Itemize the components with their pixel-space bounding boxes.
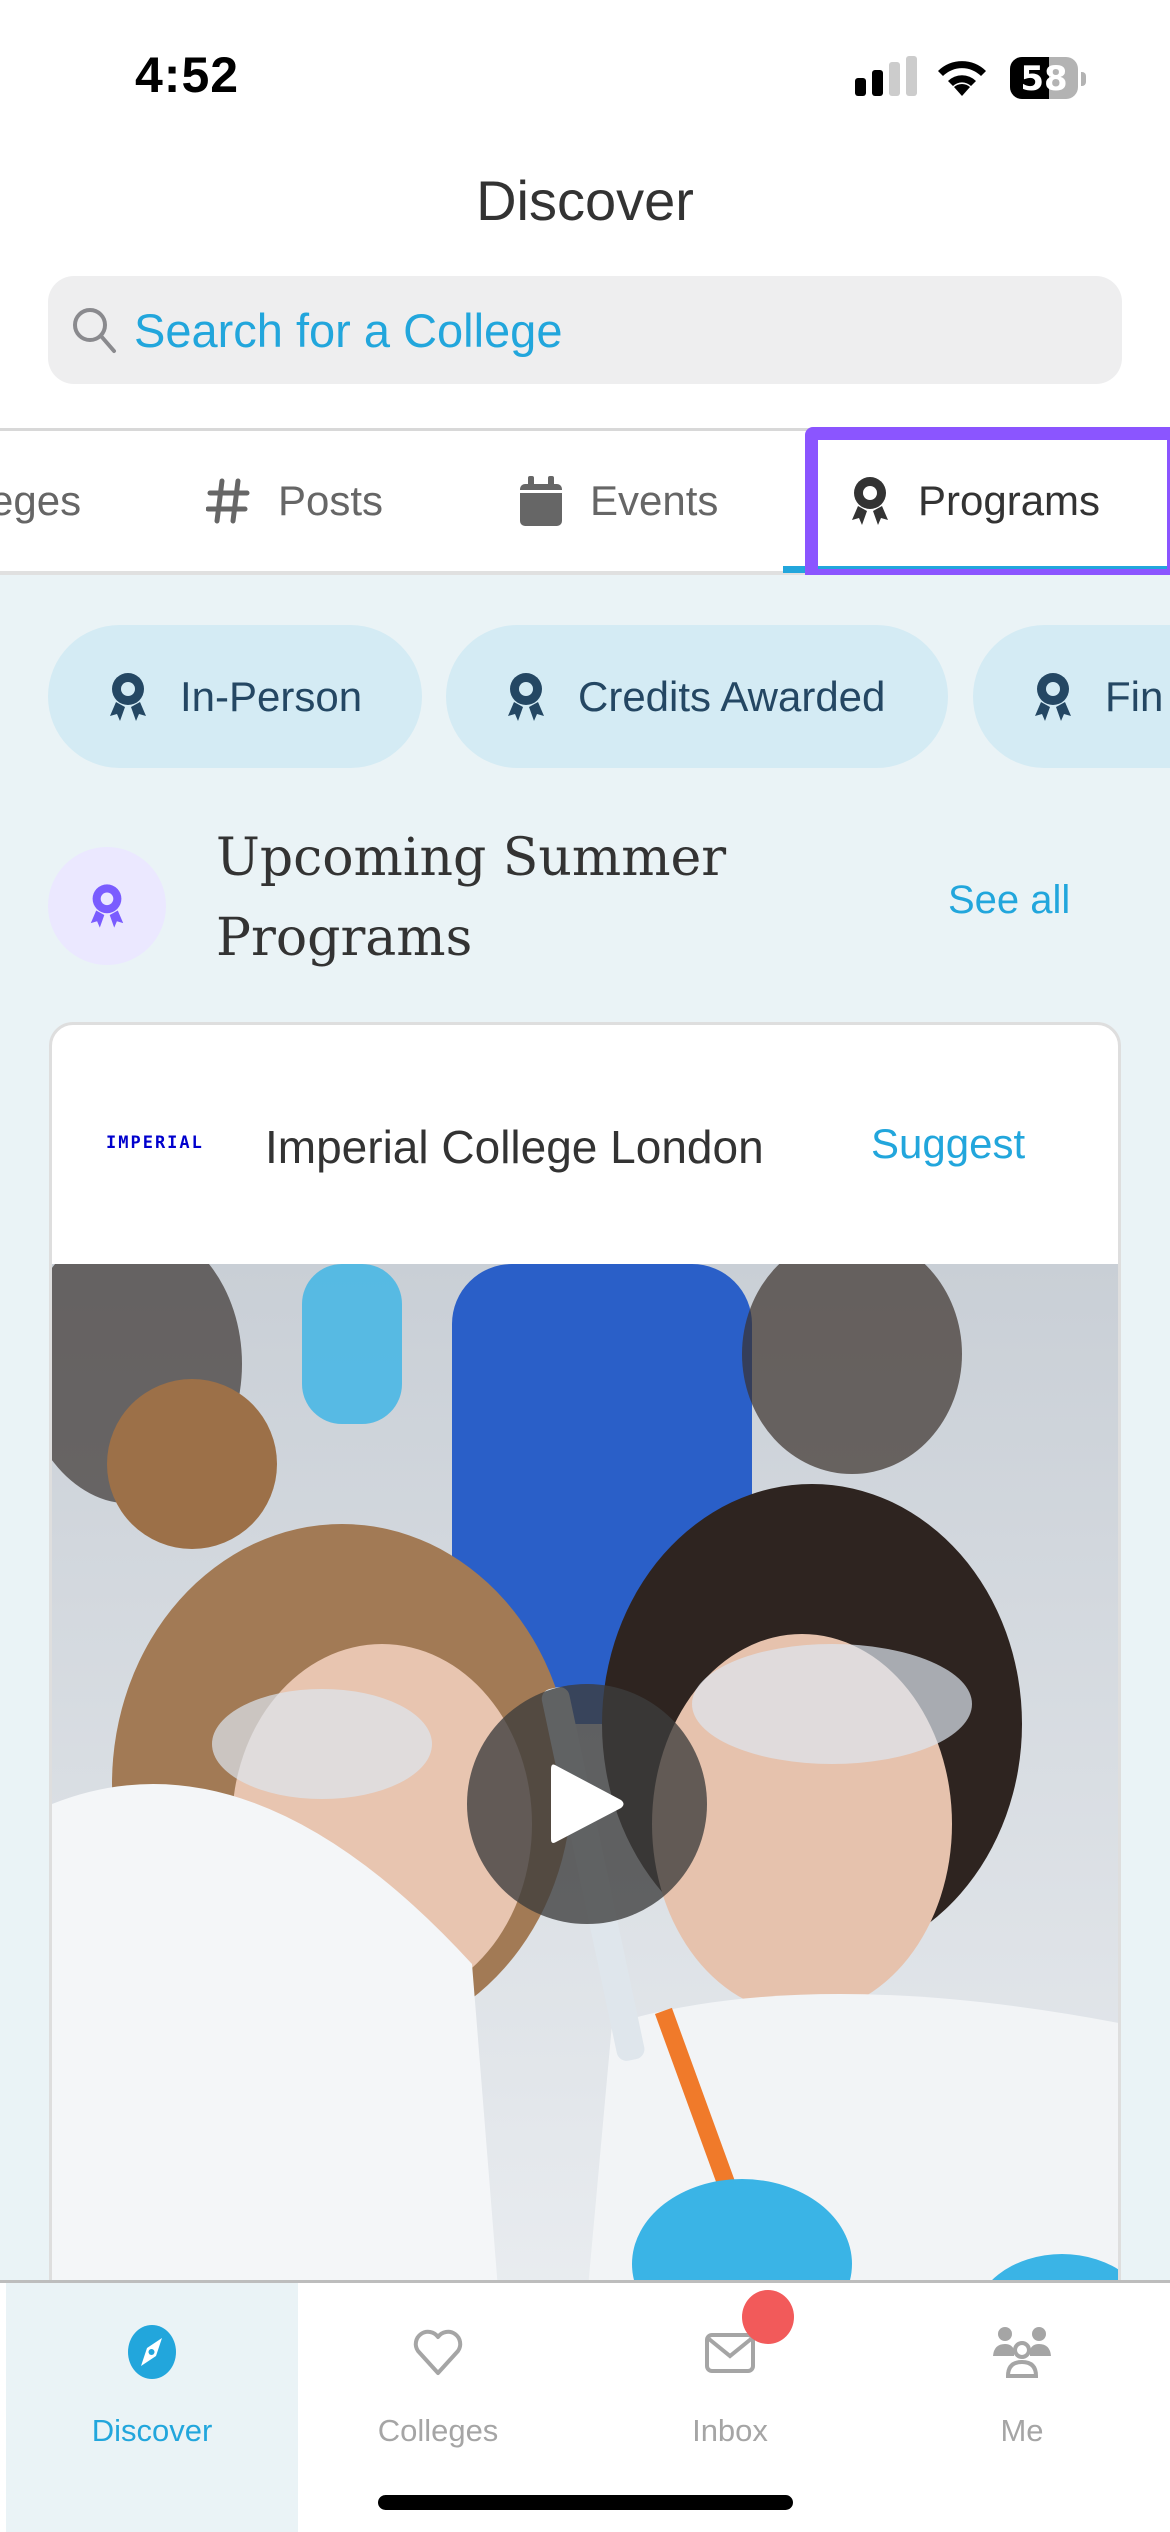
college-logo: IMPERIAL — [106, 1133, 204, 1153]
chip-in-person[interactable]: In-Person — [48, 625, 422, 768]
cellular-signal-icon — [855, 56, 917, 96]
section-title: Upcoming Summer Programs — [216, 818, 816, 978]
award-icon — [110, 672, 146, 721]
battery-percent: 58 — [1020, 59, 1068, 99]
section-title-line: Upcoming Summer — [216, 828, 727, 888]
tab-events[interactable]: Events — [520, 431, 718, 571]
section-icon-badge — [48, 847, 166, 965]
card-header: IMPERIAL Imperial College London Suggest — [52, 1025, 1118, 1264]
video-thumbnail[interactable] — [52, 1264, 1118, 2282]
nav-label: Colleges — [377, 2413, 499, 2448]
tab-label: Events — [590, 477, 719, 524]
search-input[interactable] — [134, 302, 1034, 358]
see-all-link[interactable]: See all — [948, 878, 1070, 923]
nav-label: Inbox — [692, 2413, 768, 2448]
chip-label: In-Person — [180, 672, 363, 720]
award-icon — [1035, 672, 1071, 721]
section-title-line: Programs — [216, 908, 473, 968]
tab-colleges[interactable]: eges — [0, 431, 81, 571]
award-icon — [90, 884, 124, 928]
calendar-icon — [520, 476, 562, 526]
tab-programs[interactable]: Programs — [850, 431, 1100, 571]
tab-label: eges — [0, 477, 82, 524]
inbox-notification-badge — [742, 2290, 794, 2344]
chip-label: Fin — [1105, 672, 1164, 720]
battery-nub — [1081, 72, 1086, 86]
award-icon — [852, 477, 888, 525]
battery-icon: 58 — [1010, 57, 1078, 99]
filter-chips: In-Person Credits Awarded Fin — [0, 625, 1170, 771]
nav-label: Discover — [91, 2413, 213, 2448]
chip-financial-aid[interactable]: Fin — [973, 625, 1170, 768]
compass-icon — [128, 2325, 176, 2379]
play-icon — [551, 1764, 624, 1843]
suggest-button[interactable]: Suggest — [871, 1120, 1025, 1168]
tab-posts[interactable]: Posts — [206, 431, 383, 571]
people-icon — [993, 2327, 1051, 2378]
chip-label: Credits Awarded — [578, 672, 886, 720]
page-title: Discover — [476, 169, 694, 232]
award-icon — [508, 672, 544, 721]
tab-label: Programs — [918, 477, 1101, 524]
heart-icon — [413, 2329, 463, 2375]
play-button[interactable] — [467, 1684, 707, 1924]
active-tab-indicator — [783, 566, 1170, 573]
main-content: In-Person Credits Awarded Fin Upcoming S… — [0, 575, 1170, 2282]
section-header: Upcoming Summer Programs See all — [0, 810, 1170, 980]
status-time: 4:52 — [135, 47, 240, 103]
wifi-icon — [938, 61, 986, 96]
search-bar[interactable] — [48, 276, 1122, 384]
nav-label: Me — [1000, 2413, 1044, 2448]
hashtag-icon — [206, 478, 250, 524]
tab-label: Posts — [278, 477, 384, 524]
college-name[interactable]: Imperial College London — [265, 1120, 764, 1174]
category-tabs: eges Posts Events Programs — [0, 431, 1170, 571]
program-card[interactable]: IMPERIAL Imperial College London Suggest — [49, 1022, 1121, 2282]
chip-credits-awarded[interactable]: Credits Awarded — [446, 625, 948, 768]
nav-discover[interactable]: Discover — [6, 2283, 298, 2532]
home-indicator[interactable] — [378, 2495, 793, 2510]
search-icon — [73, 308, 116, 353]
mail-icon — [705, 2333, 755, 2373]
status-bar: 4:52 58 — [0, 0, 1170, 150]
nav-me[interactable]: Me — [876, 2283, 1168, 2532]
